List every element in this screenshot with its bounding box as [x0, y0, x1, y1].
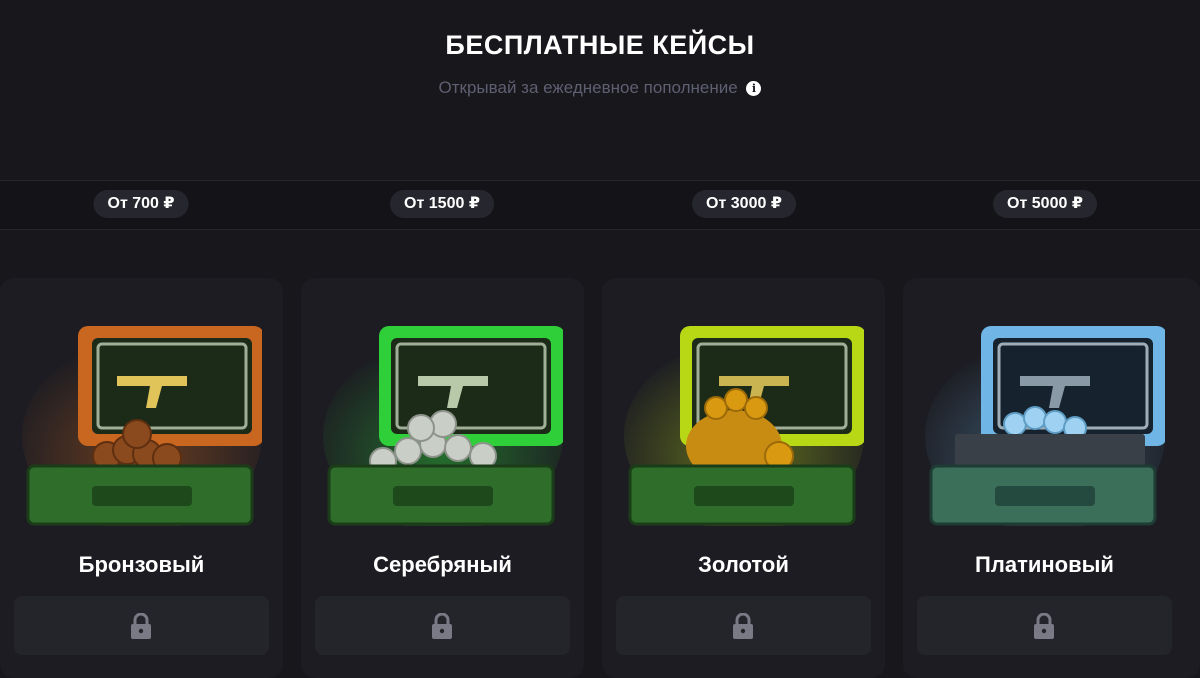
case-image: [323, 326, 563, 526]
case-name: Платиновый: [975, 552, 1114, 577]
page-title: БЕСПЛАТНЫЕ КЕЙСЫ: [445, 30, 755, 60]
info-icon[interactable]: i: [746, 81, 762, 96]
case-image: [925, 326, 1165, 526]
open-case-button-locked[interactable]: [14, 596, 269, 655]
case-card-gold[interactable]: Золотой: [602, 278, 885, 678]
lock-icon: [432, 613, 452, 639]
case-name: Серебряный: [373, 552, 512, 577]
subtitle-text: Открывай за ежедневное пополнение: [438, 78, 738, 97]
case-image: [624, 326, 864, 526]
case-image: [22, 326, 262, 526]
price-badge-gold: От 3000 ₽: [692, 190, 796, 218]
page-subtitle: Открывай за ежедневное пополнение i: [0, 78, 1200, 98]
case-card-bronze[interactable]: Бронзовый: [0, 278, 283, 678]
case-name: Бронзовый: [78, 552, 205, 577]
open-case-button-locked[interactable]: [315, 596, 570, 655]
price-badge-bronze: От 700 ₽: [93, 190, 189, 218]
price-strip: От 700 ₽ От 1500 ₽ От 3000 ₽ От 5000 ₽: [0, 180, 1200, 230]
price-badge-platinum: От 5000 ₽: [993, 190, 1097, 218]
price-badge-silver: От 1500 ₽: [390, 190, 494, 218]
case-card-silver[interactable]: Серебряный: [301, 278, 584, 678]
lock-icon: [733, 613, 753, 639]
case-name: Золотой: [698, 552, 789, 577]
lock-icon: [1034, 613, 1054, 639]
case-card-platinum[interactable]: Платиновый: [903, 278, 1200, 678]
open-case-button-locked[interactable]: [616, 596, 871, 655]
open-case-button-locked[interactable]: [917, 596, 1172, 655]
free-cases-header: БЕСПЛАТНЫЕ КЕЙСЫ Открывай за ежедневное …: [0, 0, 1200, 180]
lock-icon: [131, 613, 151, 639]
